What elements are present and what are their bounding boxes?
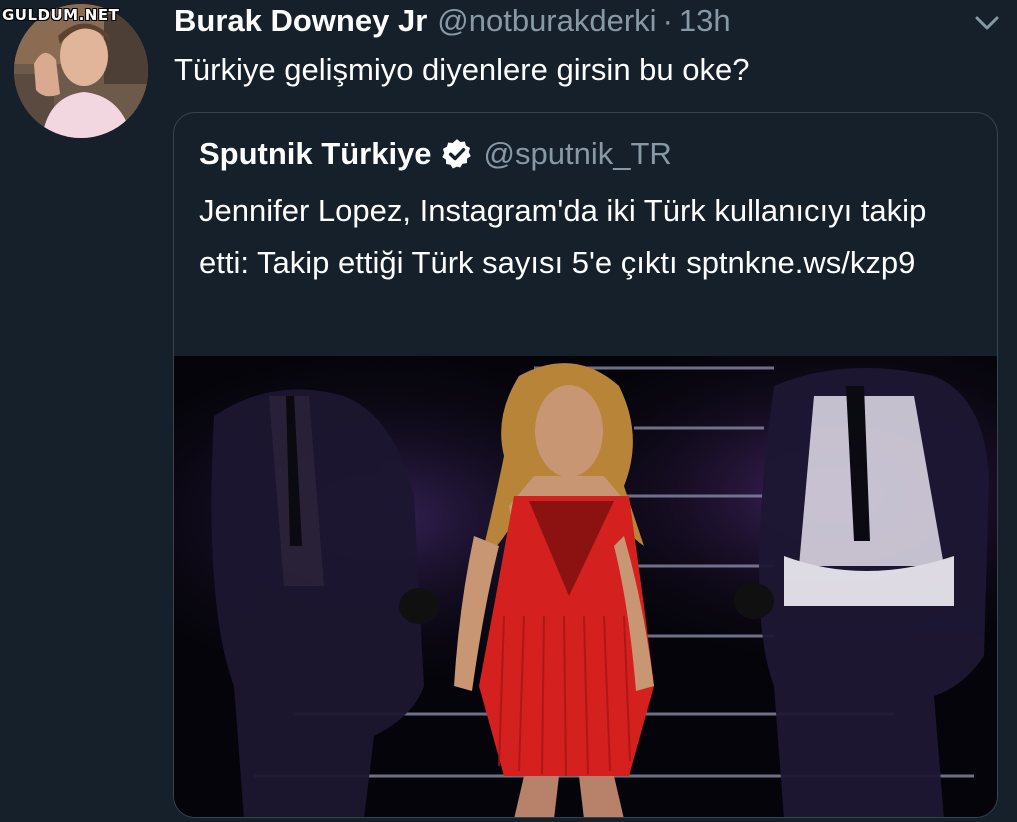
quoted-tweet-text: Jennifer Lopez, Instagram'da iki Türk ku… xyxy=(199,193,927,280)
tweet-time[interactable]: 13h xyxy=(679,3,731,39)
verified-badge-icon xyxy=(441,139,471,169)
user-handle[interactable]: @notburakderki xyxy=(437,3,656,39)
watermark-logo: GULDUM.NET xyxy=(2,6,120,24)
avatar-photo xyxy=(14,4,148,138)
avatar[interactable] xyxy=(14,4,148,138)
tweet-text: Türkiye gelişmiyo diyenlere girsin bu ok… xyxy=(174,52,750,87)
chevron-down-icon[interactable] xyxy=(972,12,1002,34)
concert-photo xyxy=(174,356,997,817)
tweet-header: Burak Downey Jr @notburakderki · 13h xyxy=(174,0,731,42)
quoted-display-name[interactable]: Sputnik Türkiye xyxy=(199,136,432,172)
quoted-user-handle[interactable]: @sputnik_TR xyxy=(484,136,672,172)
display-name[interactable]: Burak Downey Jr xyxy=(174,3,427,39)
separator-dot: · xyxy=(662,3,673,38)
quoted-tweet-header: Sputnik Türkiye @sputnik_TR xyxy=(199,133,672,175)
quoted-tweet-image[interactable] xyxy=(174,356,997,817)
quoted-tweet-card[interactable]: Sputnik Türkiye @sputnik_TR Jennifer Lop… xyxy=(173,112,998,818)
